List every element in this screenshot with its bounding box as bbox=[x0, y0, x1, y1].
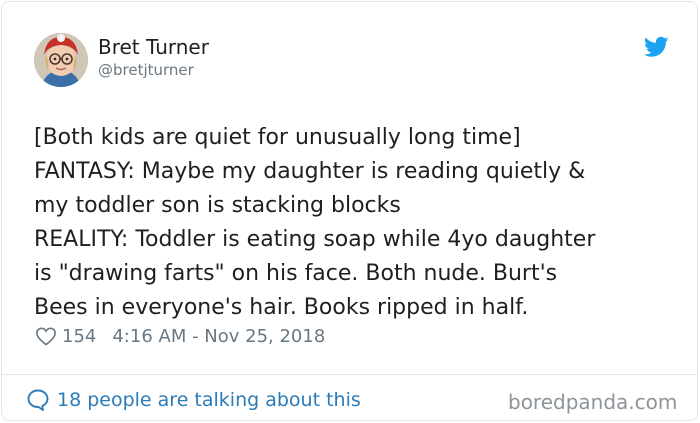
tweet-line: FANTASY: Maybe my daughter is reading qu… bbox=[34, 159, 586, 184]
tweet-card: Bret Turner @bretjturner [Both kids are … bbox=[1, 1, 698, 421]
conversation-link[interactable]: 18 people are talking about this bbox=[26, 388, 361, 412]
speech-bubble-icon bbox=[27, 389, 49, 411]
twitter-bird-icon[interactable] bbox=[644, 36, 669, 58]
tweet-line: is "drawing farts" on his face. Both nud… bbox=[34, 261, 558, 286]
author-name[interactable]: Bret Turner bbox=[98, 35, 209, 59]
child-avatar-image bbox=[34, 33, 88, 87]
like-count[interactable]: 154 bbox=[62, 326, 96, 347]
timestamp[interactable]: 4:16 AM - Nov 25, 2018 bbox=[112, 326, 325, 347]
tweet-line: REALITY: Toddler is eating soap while 4y… bbox=[34, 227, 596, 252]
tweet-meta: 154 4:16 AM - Nov 25, 2018 bbox=[35, 324, 325, 348]
tweet-line: Bees in everyone's hair. Books ripped in… bbox=[34, 295, 529, 320]
divider bbox=[2, 374, 697, 375]
watermark: boredpanda.com bbox=[508, 390, 678, 414]
avatar[interactable] bbox=[34, 33, 88, 87]
conversation-label[interactable]: 18 people are talking about this bbox=[57, 389, 361, 411]
tweet-line: my toddler son is stacking blocks bbox=[34, 193, 401, 218]
heart-icon[interactable] bbox=[35, 326, 57, 346]
author-handle[interactable]: @bretjturner bbox=[98, 61, 194, 79]
tweet-line: [Both kids are quiet for unusually long … bbox=[34, 125, 521, 150]
tweet-text: [Both kids are quiet for unusually long … bbox=[34, 121, 684, 325]
